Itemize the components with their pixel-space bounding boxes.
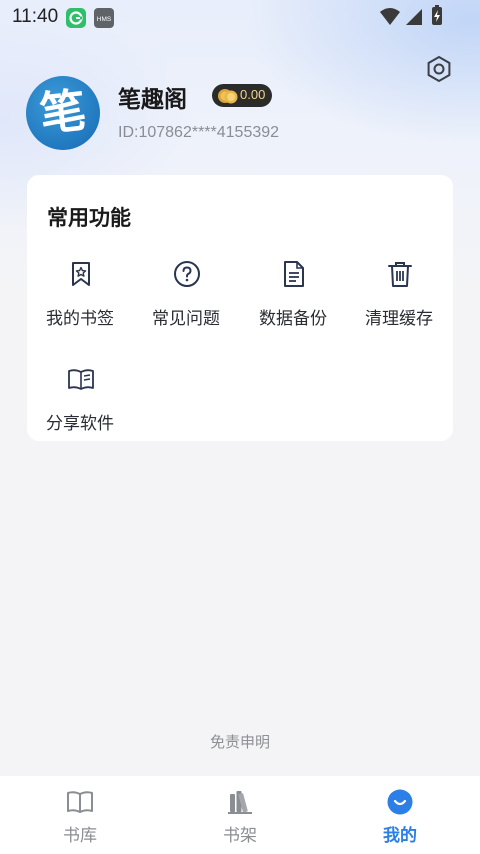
avatar-glyph: 笔	[37, 82, 89, 142]
card-title: 常用功能	[47, 206, 131, 230]
user-id: ID:107862****4155392	[118, 124, 280, 141]
settings-hexagon-icon	[427, 55, 451, 83]
nav-label: 书库	[63, 826, 97, 846]
status-time: 11:40	[12, 6, 59, 27]
nav-item-bookshelf[interactable]: 书架	[190, 776, 290, 854]
function-label: 常见问题	[152, 309, 220, 329]
document-icon	[284, 261, 304, 287]
settings-button[interactable]	[424, 54, 454, 84]
status-bar: 11:40 HMS	[0, 0, 480, 34]
help-icon	[174, 261, 200, 287]
nav-item-library[interactable]: 书库	[30, 776, 130, 854]
function-bookmarks[interactable]: 我的书签	[33, 260, 127, 340]
smile-icon	[387, 789, 413, 815]
coin-balance: 0.00	[240, 87, 266, 102]
signal-icon	[406, 9, 422, 25]
bookshelf-icon	[228, 791, 252, 814]
username: 笔趣阁	[118, 87, 187, 113]
coin-icon	[218, 89, 238, 104]
function-backup[interactable]: 数据备份	[246, 260, 340, 340]
book-share-icon	[68, 369, 94, 390]
function-label: 分享软件	[46, 414, 114, 434]
function-label: 清理缓存	[365, 309, 433, 329]
function-share-app[interactable]: 分享软件	[33, 365, 127, 445]
common-functions-card: 常用功能 我的书签 常见问题 数据备份 清理缓存 分享软件	[27, 175, 453, 441]
browser-app-icon	[66, 8, 86, 32]
bottom-nav: 书库 书架 我的	[0, 776, 480, 854]
bookmark-icon	[72, 262, 90, 286]
svg-text:HMS: HMS	[97, 16, 112, 23]
function-label: 我的书签	[46, 309, 114, 329]
trash-icon	[388, 262, 412, 287]
hms-icon: HMS	[94, 8, 114, 32]
coin-badge[interactable]: 0.00	[212, 84, 272, 107]
nav-item-mine[interactable]: 我的	[350, 776, 450, 854]
function-label: 数据备份	[259, 309, 327, 329]
open-book-icon	[67, 791, 93, 813]
avatar[interactable]: 笔	[26, 76, 100, 150]
nav-label: 书架	[223, 826, 257, 846]
status-indicators	[378, 5, 448, 33]
function-clear-cache[interactable]: 清理缓存	[352, 260, 446, 340]
wifi-icon	[380, 8, 400, 25]
disclaimer-link[interactable]: 免责申明	[0, 731, 480, 752]
nav-label-active: 我的	[383, 826, 417, 846]
function-faq[interactable]: 常见问题	[139, 260, 233, 340]
